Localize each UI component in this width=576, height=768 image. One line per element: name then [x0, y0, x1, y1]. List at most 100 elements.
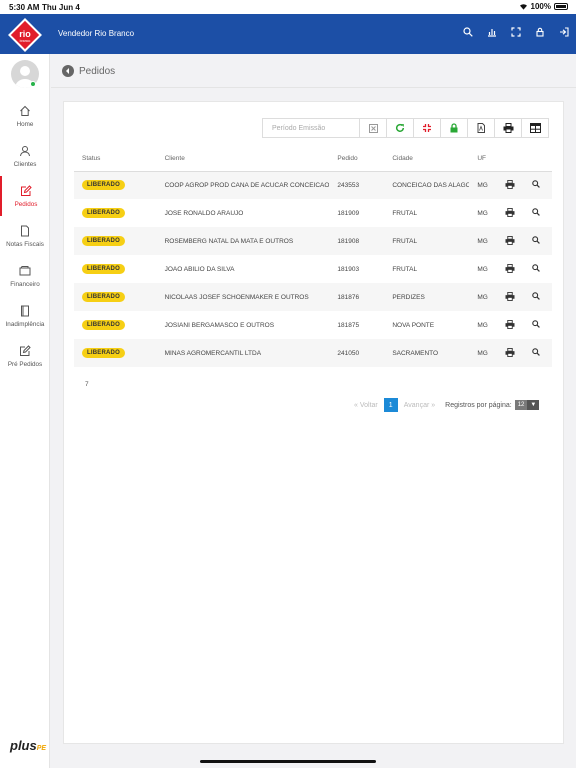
uf-cell: MG [469, 339, 497, 367]
lock-icon [450, 123, 458, 133]
online-status-dot [30, 81, 36, 87]
next-page-button[interactable]: Avançar » [404, 402, 435, 409]
sidebar-item-pedidos[interactable]: Pedidos [0, 176, 50, 216]
chevron-down-icon: ▼ [527, 400, 540, 410]
refresh-button[interactable] [387, 118, 414, 138]
view-row-button[interactable] [524, 283, 552, 311]
collapse-button[interactable] [414, 118, 441, 138]
next-page-label: Avançar [403, 401, 430, 409]
column-header-pedido[interactable]: Pedido [329, 146, 385, 172]
sidebar-item-home[interactable]: Home [0, 96, 50, 136]
print-icon [505, 263, 515, 275]
page-title-bar: Pedidos [51, 54, 576, 88]
page-title: Pedidos [79, 66, 116, 77]
table-view-button[interactable] [522, 118, 549, 138]
column-header-status[interactable]: Status [74, 146, 157, 172]
status-badge: LIBERADO [82, 264, 125, 274]
print-icon [505, 291, 515, 303]
print-row-button[interactable] [497, 199, 525, 227]
status-cell: LIBERADO [74, 283, 157, 311]
clear-filter-button[interactable] [360, 118, 387, 138]
table-row[interactable]: LIBERADO COOP AGROP PROD CANA DE ACUCAR C… [74, 171, 552, 199]
plus-logo-sub: PE [36, 745, 47, 752]
column-header-cliente[interactable]: Cliente [156, 146, 330, 172]
table-row[interactable]: LIBERADO NICOLAAS JOSEF SCHOENMAKER E OUT… [74, 283, 552, 311]
svg-text:rio: rio [19, 29, 31, 39]
plus-logo: plusPE [10, 738, 46, 753]
cliente-cell: COOP AGROP PROD CANA DE ACUCAR CONCEICAO [156, 171, 330, 199]
view-row-button[interactable] [524, 199, 552, 227]
book-icon [21, 305, 29, 316]
sidebar-item-label: Home [16, 120, 34, 128]
sidebar-item-label: Notas Fiscais [6, 240, 44, 248]
sidebar-item-inadimplencia[interactable]: Inadimplência [0, 296, 50, 336]
search-icon [532, 320, 541, 330]
print-row-button[interactable] [497, 311, 525, 339]
period-emission-input[interactable]: Período Emissão [262, 118, 360, 138]
sidebar-item-pre-pedidos[interactable]: Pré Pedidos [0, 336, 50, 376]
table-icon [529, 123, 541, 133]
search-icon[interactable] [462, 26, 474, 38]
status-cell: LIBERADO [74, 255, 157, 283]
column-header-view [524, 146, 552, 172]
logout-icon[interactable] [558, 26, 570, 38]
chart-icon[interactable] [486, 26, 498, 38]
per-page-value: 12 [514, 400, 528, 410]
print-row-button[interactable] [496, 171, 525, 199]
sidebar-item-label: Inadimplência [5, 320, 45, 328]
sidebar-item-clientes[interactable]: Clientes [0, 136, 50, 176]
device-status-bar: 5:30 AM Thu Jun 4 100% [0, 0, 576, 14]
view-row-button[interactable] [524, 255, 552, 283]
status-cell: LIBERADO [74, 227, 157, 255]
uf-cell: MG [469, 283, 497, 311]
column-header-print [496, 146, 525, 172]
current-page[interactable]: 1 [383, 398, 398, 412]
pedido-cell: 241050 [329, 339, 385, 367]
view-row-button[interactable] [524, 339, 552, 367]
close-box-icon [368, 123, 378, 133]
battery-icon [554, 3, 568, 10]
cliente-cell: ROSEMBERG NATAL DA MATA E OUTROS [156, 227, 330, 255]
column-header-cidade[interactable]: Cidade [384, 146, 470, 172]
print-row-button[interactable] [496, 339, 525, 367]
print-row-button[interactable] [497, 255, 525, 283]
lock-filter-button[interactable] [441, 118, 468, 138]
cidade-cell: FRUTAL [392, 265, 418, 273]
export-pdf-button[interactable] [468, 118, 495, 138]
table-header-row: Status Cliente Pedido Cidade UF [74, 146, 552, 172]
print-row-button[interactable] [496, 283, 525, 311]
view-row-button[interactable] [524, 171, 552, 199]
fullscreen-icon[interactable] [510, 26, 522, 38]
view-row-button[interactable] [524, 227, 552, 255]
uf-cell: MG [469, 171, 497, 199]
table-row[interactable]: LIBERADO ROSEMBERG NATAL DA MATA E OUTROS… [74, 227, 552, 255]
status-cell: LIBERADO [74, 339, 157, 367]
print-button[interactable] [495, 118, 522, 138]
table-row[interactable]: LIBERADO JOSIANI BERGAMASCO E OUTROS 18187… [74, 311, 552, 339]
home-icon [20, 105, 30, 116]
sidebar-item-notas-fiscais[interactable]: Notas Fiscais [0, 216, 50, 256]
cidade-cell: FRUTAL [392, 209, 418, 217]
status-badge: LIBERADO [82, 236, 125, 246]
per-page-select[interactable]: 12 ▼ [514, 400, 540, 410]
sidebar-item-label: Pré Pedidos [7, 360, 43, 368]
table-row[interactable]: LIBERADO JOSE RONALDO ARAUJO 181909 FRUTAL M… [74, 199, 552, 227]
sidebar-item-financeiro[interactable]: Financeiro [0, 256, 50, 296]
column-header-uf[interactable]: UF [469, 146, 497, 172]
prev-page-button[interactable]: « Voltar [354, 402, 378, 409]
back-arrow-icon[interactable] [62, 65, 74, 77]
orders-table: Status Cliente Pedido Cidade UF LIBERADO… [74, 146, 552, 367]
wifi-icon [519, 4, 527, 10]
uf-cell: MG [477, 321, 488, 329]
home-indicator [200, 760, 376, 763]
print-row-button[interactable] [496, 227, 525, 255]
cliente-cell: MINAS AGROMERCANTIL LTDA [156, 339, 330, 367]
table-row[interactable]: LIBERADO JOAO ABILIO DA SILVA 181903 FRUTAL… [74, 255, 552, 283]
header-title: Vendedor Rio Branco [58, 29, 135, 38]
lock-icon[interactable] [534, 26, 546, 38]
table-row[interactable]: LIBERADO MINAS AGROMERCANTIL LTDA 241050 SA… [74, 339, 552, 367]
cidade-cell: FRUTAL [384, 227, 470, 255]
uf-cell: MG [477, 209, 488, 217]
compress-icon [423, 124, 431, 132]
view-row-button[interactable] [524, 311, 552, 339]
